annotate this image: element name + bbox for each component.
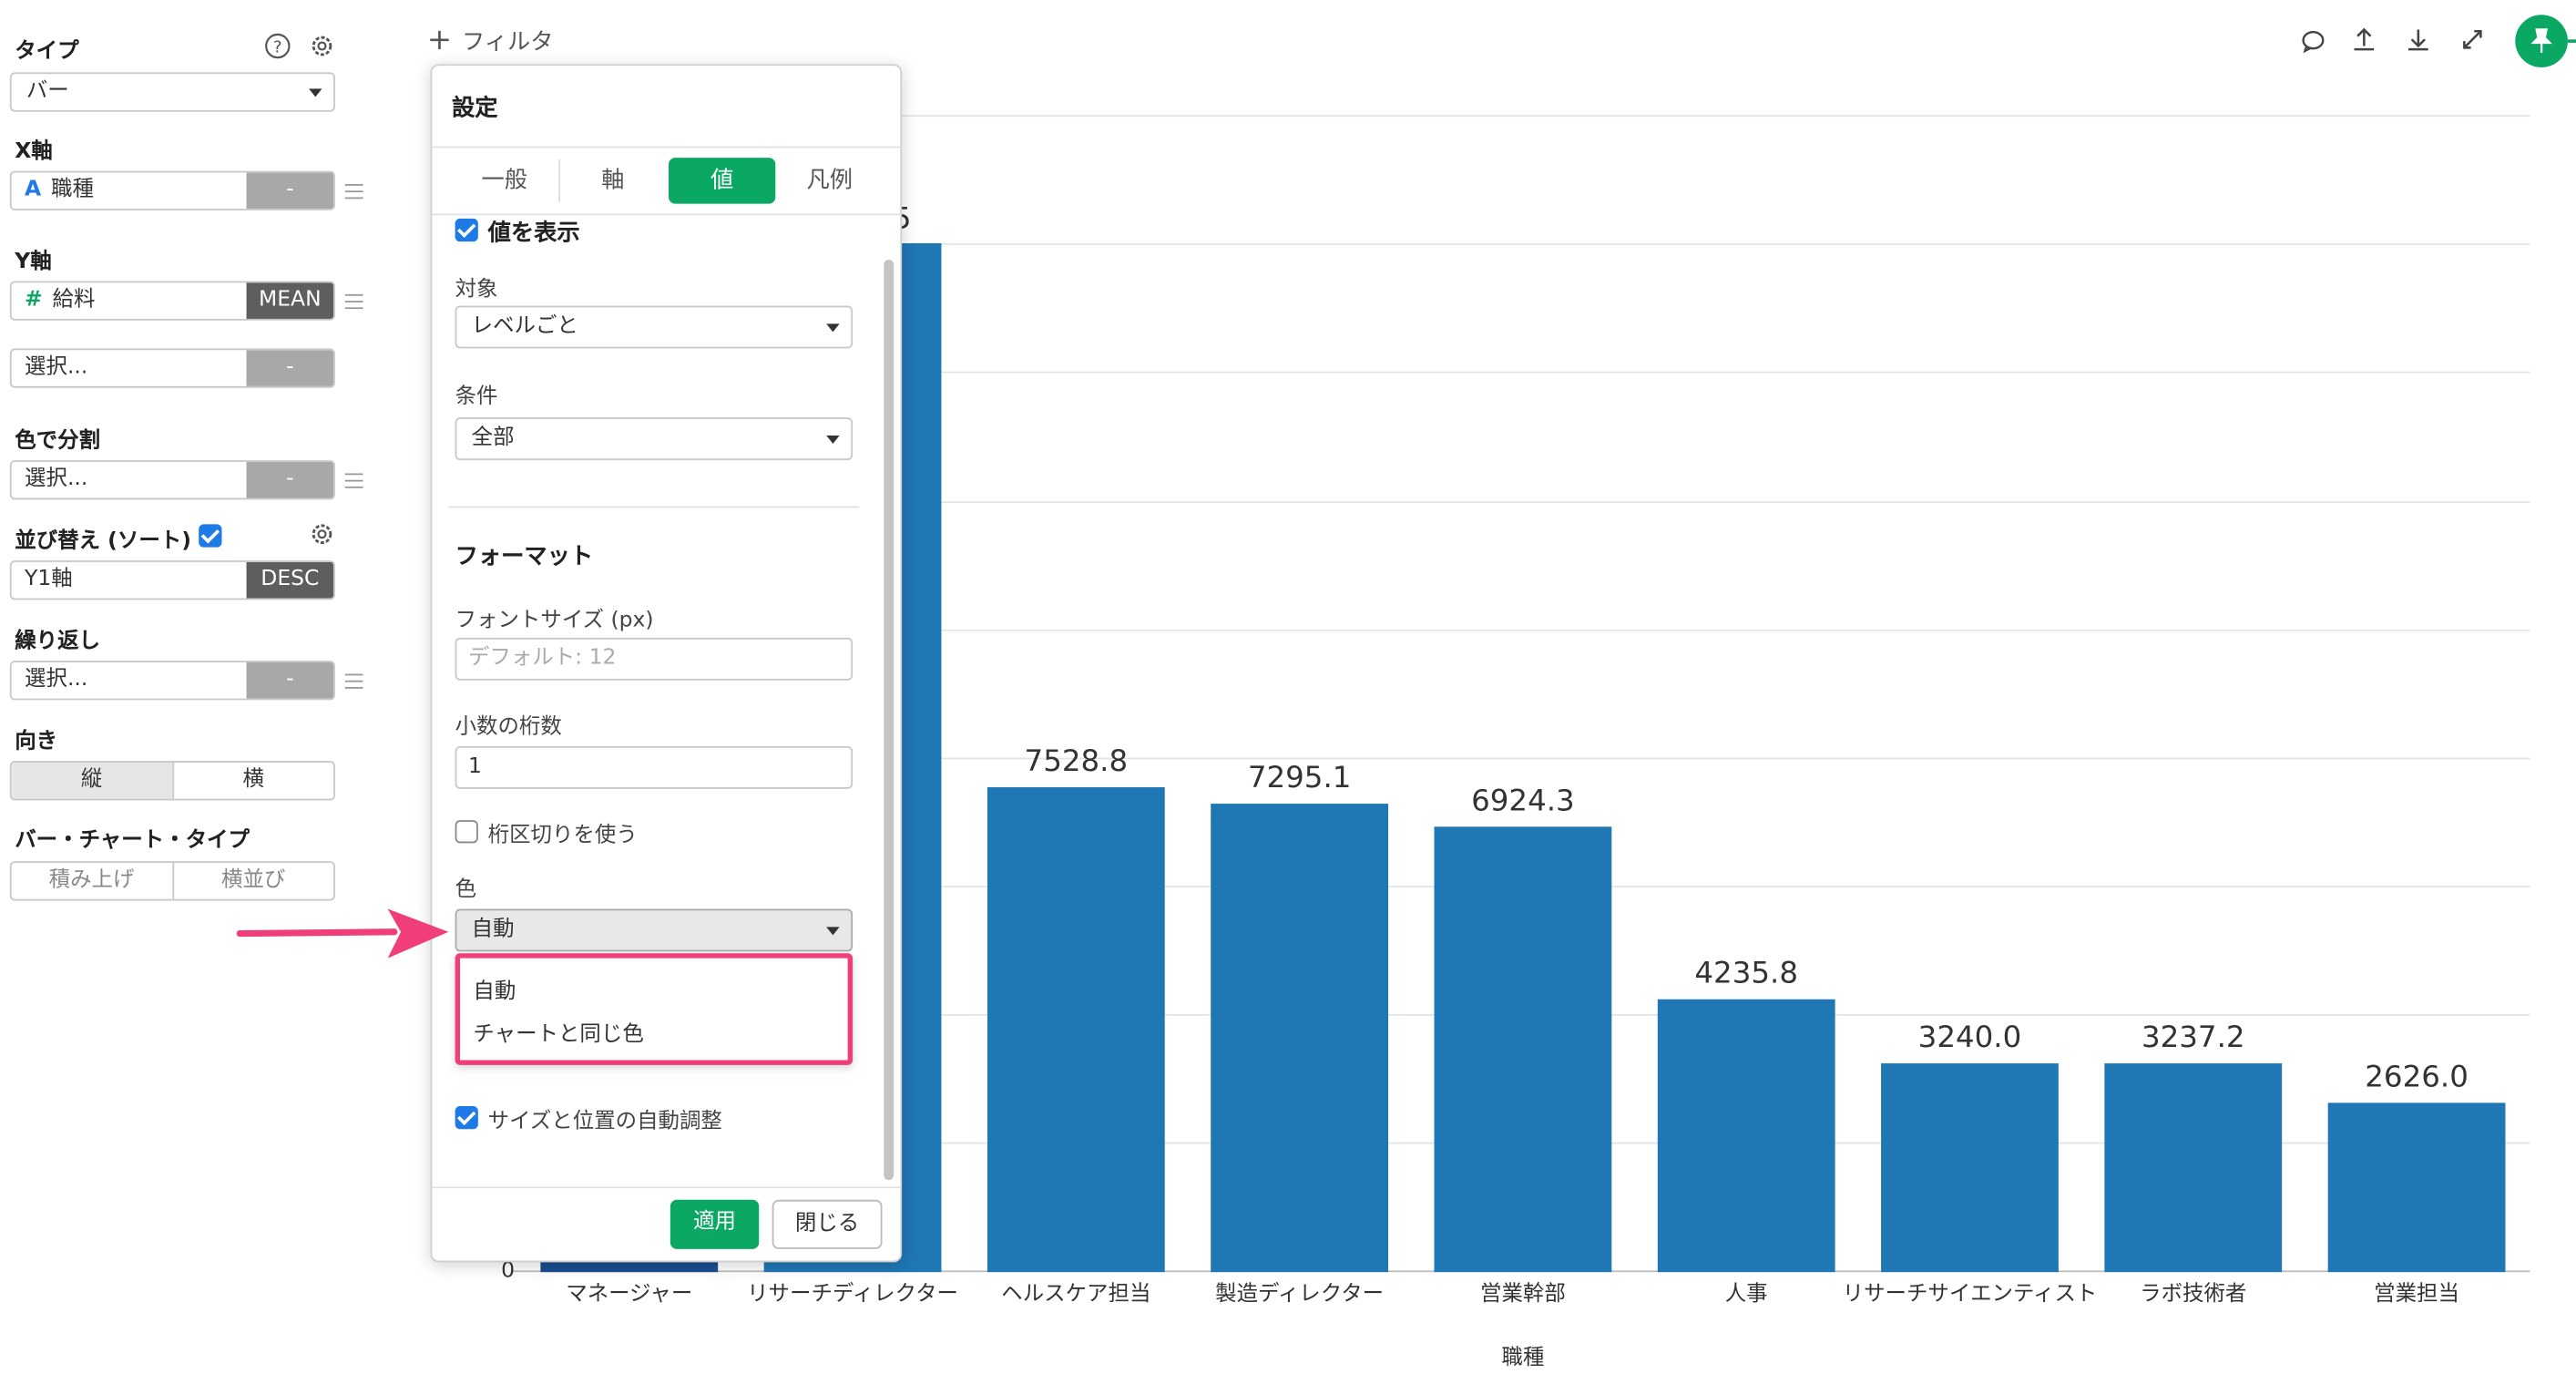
target-value: レベルごと [471, 313, 578, 339]
thousands-separator-checkbox[interactable] [455, 820, 478, 844]
font-size-label: フォントサイズ (px) [455, 608, 654, 633]
chevron-down-icon [826, 436, 840, 445]
bar [2327, 1102, 2506, 1273]
tab-general[interactable]: 一般 [452, 158, 557, 204]
show-values-checkbox[interactable] [455, 218, 478, 242]
show-values-label: 値を表示 [487, 220, 580, 247]
settings-dialog: 設定 一般 軸 値 凡例 値を表示 対象 レベルごと 条件 全部 フォーマット … [430, 64, 903, 1263]
x-tick-label: リサーチサイエンティスト [1842, 1281, 2098, 1307]
data-label: 3240.0 [1917, 1020, 2022, 1056]
data-label: 6924.3 [1471, 784, 1575, 819]
x-axis-title: 職種 [1501, 1346, 1545, 1371]
target-label: 対象 [455, 277, 498, 302]
x-tick-label: リサーチディレクター [747, 1281, 959, 1307]
x-tick-label: 営業担当 [2374, 1281, 2459, 1307]
x-tick-label: 人事 [1724, 1281, 1768, 1307]
x-tick-label: 営業幹部 [1480, 1281, 1566, 1307]
tab-values[interactable]: 値 [669, 158, 776, 204]
bar [2104, 1063, 2283, 1273]
bar-chart: 5 7528.8 7295.1 6924.3 4235.8 3240.0 323… [0, 0, 2576, 1374]
bar [1881, 1063, 2059, 1273]
bar [1211, 803, 1389, 1273]
dialog-scrollbar[interactable] [884, 260, 894, 1181]
condition-label: 条件 [455, 385, 498, 410]
data-label: 3237.2 [2141, 1020, 2245, 1056]
annotation-arrow-icon [236, 908, 449, 959]
color-label: 色 [455, 877, 477, 903]
format-heading: フォーマット [455, 544, 594, 570]
color-dropdown-menu: 自動 チャートと同じ色 [455, 953, 854, 1065]
x-tick-label: 製造ディレクター [1215, 1281, 1385, 1307]
bar [1657, 1000, 1835, 1273]
bar [1434, 826, 1612, 1273]
data-label: 7295.1 [1247, 760, 1352, 795]
x-tick-label: マネージャー [566, 1281, 693, 1307]
tab-legend[interactable]: 凡例 [777, 158, 882, 204]
close-button[interactable]: 閉じる [772, 1199, 883, 1249]
x-tick-label: ヘルスケア担当 [1001, 1281, 1151, 1307]
divider [432, 146, 901, 149]
tab-axis[interactable]: 軸 [560, 158, 665, 204]
bar [986, 787, 1165, 1273]
decimals-input[interactable]: 1 [455, 745, 854, 789]
decimals-label: 小数の桁数 [455, 714, 562, 740]
color-value: 自動 [471, 917, 515, 942]
thousands-separator-label: 桁区切りを使う [487, 823, 638, 848]
chevron-down-icon [826, 323, 840, 333]
data-label: 7528.8 [1024, 744, 1129, 780]
color-select[interactable]: 自動 [455, 908, 854, 952]
color-option-same-as-chart[interactable]: チャートと同じ色 [473, 1016, 643, 1047]
apply-button[interactable]: 適用 [670, 1199, 760, 1249]
data-label: 2626.0 [2365, 1060, 2469, 1095]
divider [432, 1186, 901, 1189]
target-select[interactable]: レベルごと [455, 305, 854, 349]
y-tick-label: 0 [501, 1258, 516, 1284]
auto-adjust-label: サイズと位置の自動調整 [487, 1109, 722, 1134]
divider [448, 506, 860, 508]
condition-value: 全部 [471, 426, 515, 451]
auto-adjust-checkbox[interactable] [455, 1105, 478, 1130]
x-tick-label: ラボ技術者 [2140, 1281, 2247, 1307]
dialog-title: 設定 [451, 95, 498, 122]
font-size-input[interactable]: デフォルト: 12 [455, 637, 854, 681]
data-label: 4235.8 [1694, 957, 1798, 992]
condition-select[interactable]: 全部 [455, 417, 854, 461]
chevron-down-icon [826, 927, 840, 936]
color-option-auto[interactable]: 自動 [473, 973, 516, 1004]
